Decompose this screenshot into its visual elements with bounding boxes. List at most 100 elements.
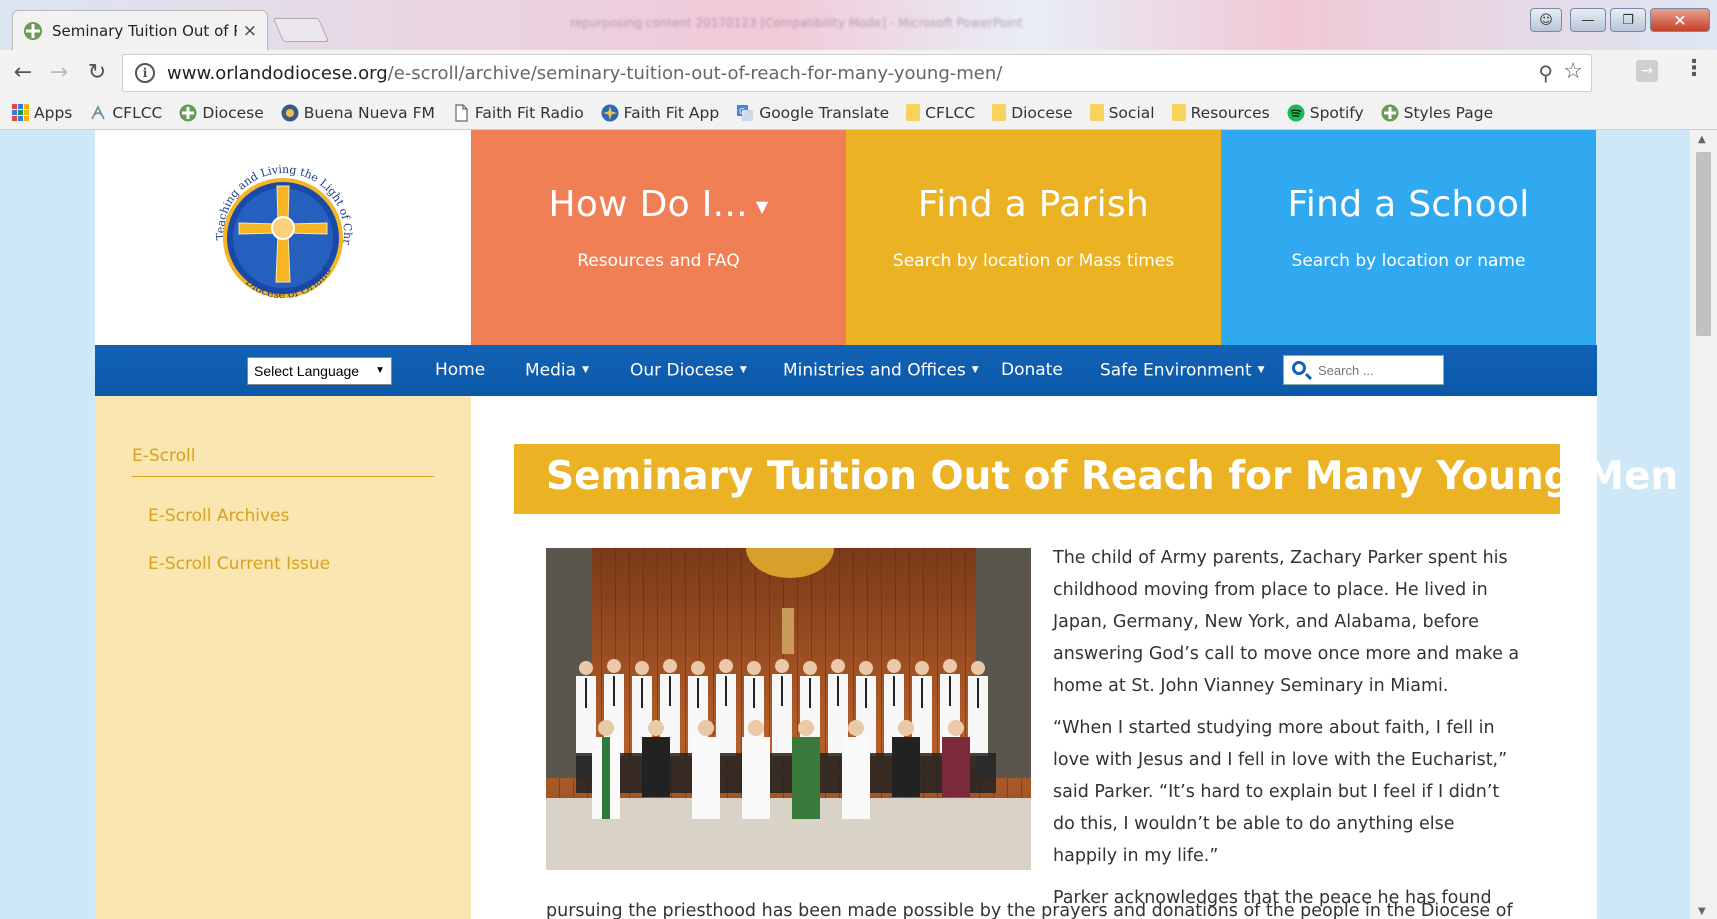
bookmark-faith-fit-app[interactable]: Faith Fit App [601, 103, 720, 122]
language-select-label: Select Language [254, 363, 360, 379]
nav-safe-environment[interactable]: Safe Environment ▼ [1100, 345, 1265, 396]
tab-title: Seminary Tuition Out of R [52, 21, 237, 40]
bookmark-folder-diocese[interactable]: Diocese [992, 103, 1073, 122]
bookmark-folder-cflcc[interactable]: CFLCC [906, 104, 975, 122]
diocese-cross-icon [179, 104, 197, 121]
browser-tab[interactable]: Seminary Tuition Out of R × [12, 10, 268, 50]
nav-donate[interactable]: Donate [1001, 345, 1063, 396]
folder-icon [992, 104, 1007, 121]
sidebar-heading[interactable]: E-Scroll [132, 446, 434, 477]
nav-our-diocese[interactable]: Our Diocese ▼ [630, 345, 747, 396]
logo-area[interactable]: Teaching and Living the Light of Christ … [95, 130, 471, 345]
site-container: Teaching and Living the Light of Christ … [95, 130, 1678, 919]
forward-arrow-icon[interactable]: → [44, 58, 74, 88]
bookmark-label: Faith Fit App [623, 103, 720, 122]
bookmark-buena-nueva[interactable]: Buena Nueva FM [281, 104, 435, 122]
bookmark-label: CFLCC [112, 103, 163, 122]
nav-caret-icon: ▼ [739, 365, 747, 375]
seminarians-group-photo [546, 548, 1031, 870]
nav-caret-icon: ▼ [582, 365, 589, 375]
sidebar-link-archives[interactable]: E-Scroll Archives [148, 506, 289, 526]
address-bar[interactable]: i www.orlandodiocese.org/e-scroll/archiv… [122, 54, 1592, 92]
hero-find-school[interactable]: Find a School Search by location or name [1221, 130, 1596, 345]
hero-parish-subtitle: Search by location or Mass times [892, 251, 1175, 271]
url-path: /e-scroll/archive/seminary-tuition-out-o… [387, 62, 1003, 84]
article-paragraph-continued: pursuing the priesthood has been made po… [546, 901, 1513, 919]
bookmark-styles-page[interactable]: Styles Page [1381, 104, 1493, 122]
folder-icon [1089, 104, 1104, 121]
window-title: repurposing content 20170123 [Compatibil… [570, 16, 1023, 30]
bookmark-folder-resources[interactable]: Resources [1171, 103, 1270, 122]
reload-icon[interactable]: ↻ [82, 58, 112, 88]
bookmark-google-translate[interactable]: G Google Translate [736, 104, 889, 122]
page-viewport: Teaching and Living the Light of Christ … [6, 130, 1690, 919]
scrollbar-thumb[interactable] [1696, 152, 1711, 336]
bookmark-label: Styles Page [1403, 103, 1494, 122]
article-paragraph: The child of Army parents, Zachary Parke… [1053, 548, 1520, 696]
hero-find-parish[interactable]: Find a Parish Search by location or Mass… [846, 130, 1221, 345]
bookmark-diocese[interactable]: Diocese [179, 103, 264, 122]
browser-menu-icon[interactable]: ⋮ [1683, 56, 1705, 81]
site-search[interactable] [1283, 355, 1444, 385]
new-tab-button[interactable] [272, 18, 330, 42]
page-title: Seminary Tuition Out of Reach for Many Y… [546, 454, 1679, 499]
bookmark-label: Spotify [1309, 103, 1364, 122]
close-window-button[interactable]: ✕ [1650, 8, 1710, 32]
bookmark-star-icon[interactable]: ☆ [1563, 59, 1583, 84]
scroll-down-icon[interactable]: ▼ [1698, 906, 1706, 917]
hero-how-do-i[interactable]: How Do I... ▼ Resources and FAQ [471, 130, 846, 345]
page-scrollbar[interactable]: ▲ ▼ [1690, 130, 1717, 919]
scroll-up-icon[interactable]: ▲ [1698, 134, 1706, 145]
bookmark-label: Buena Nueva FM [303, 103, 435, 122]
maximize-button[interactable]: ❐ [1610, 8, 1646, 32]
browser-toolbar: ← → ↻ i www.orlandodiocese.org/e-scroll/… [0, 50, 1717, 96]
nav-media[interactable]: Media ▼ [525, 345, 589, 396]
bookmark-label: Social [1108, 103, 1155, 122]
language-select[interactable]: Select Language ▼ [247, 357, 392, 385]
article-paragraph: “When I started studying more about fait… [1053, 718, 1508, 866]
page-icon [455, 103, 468, 122]
bookmark-label: Diocese [1011, 103, 1073, 122]
radio-globe-icon [281, 104, 299, 121]
site-info-icon[interactable]: i [135, 63, 155, 83]
bookmarks-bar: Apps CFLCC Diocese Buena Nueva FM Faith … [0, 96, 1717, 130]
minimize-button[interactable]: — [1570, 8, 1606, 32]
bookmark-folder-social[interactable]: Social [1089, 103, 1155, 122]
nav-ministries[interactable]: Ministries and Offices ▼ [783, 345, 979, 396]
cflcc-icon [91, 104, 106, 119]
tab-close-icon[interactable]: × [243, 21, 257, 41]
bookmark-spotify[interactable]: Spotify [1287, 104, 1364, 122]
hero-school-title: Find a School [1287, 184, 1530, 225]
svg-text:G: G [739, 107, 745, 116]
translate-icon: G [737, 104, 754, 121]
bookmark-label: Diocese [202, 103, 264, 122]
sidebar-link-current-issue[interactable]: E-Scroll Current Issue [148, 554, 330, 574]
hero-school-subtitle: Search by location or name [1291, 251, 1526, 271]
nav-home[interactable]: Home [435, 345, 485, 396]
group-photo-image [546, 548, 1031, 870]
main-navbar: Select Language ▼ Home Media ▼ Our Dioces… [95, 345, 1597, 396]
hero-parish-title: Find a Parish [917, 184, 1150, 225]
bookmark-faith-fit-radio[interactable]: Faith Fit Radio [452, 104, 584, 122]
zoom-icon[interactable]: ⚲ [1538, 61, 1553, 85]
bookmark-apps[interactable]: Apps [12, 104, 72, 122]
search-icon[interactable] [1292, 361, 1306, 375]
window-title-bar: Seminary Tuition Out of R × repurposing … [0, 0, 1717, 50]
pdf-extension-icon[interactable]: → [1636, 60, 1658, 82]
url-host: www.orlandodiocese.org [167, 62, 388, 84]
back-arrow-icon[interactable]: ← [8, 58, 38, 88]
bookmark-label: Faith Fit Radio [474, 103, 584, 122]
hero-how-subtitle: Resources and FAQ [577, 251, 740, 271]
diocese-logo[interactable]: Teaching and Living the Light of Christ … [203, 152, 363, 312]
user-profile-icon[interactable]: ☺ [1530, 8, 1562, 32]
bookmark-label: Resources [1190, 103, 1270, 122]
search-input[interactable] [1318, 360, 1438, 380]
bookmark-cflcc[interactable]: CFLCC [89, 104, 162, 122]
diocese-cross-icon [1381, 104, 1399, 121]
app-globe-icon [601, 104, 619, 121]
diocese-favicon-icon [24, 21, 42, 40]
hero-how-title: How Do I... ▼ [548, 184, 769, 225]
sidebar: E-Scroll E-Scroll Archives E-Scroll Curr… [95, 396, 471, 919]
spotify-icon [1287, 104, 1305, 121]
folder-icon [906, 104, 921, 121]
